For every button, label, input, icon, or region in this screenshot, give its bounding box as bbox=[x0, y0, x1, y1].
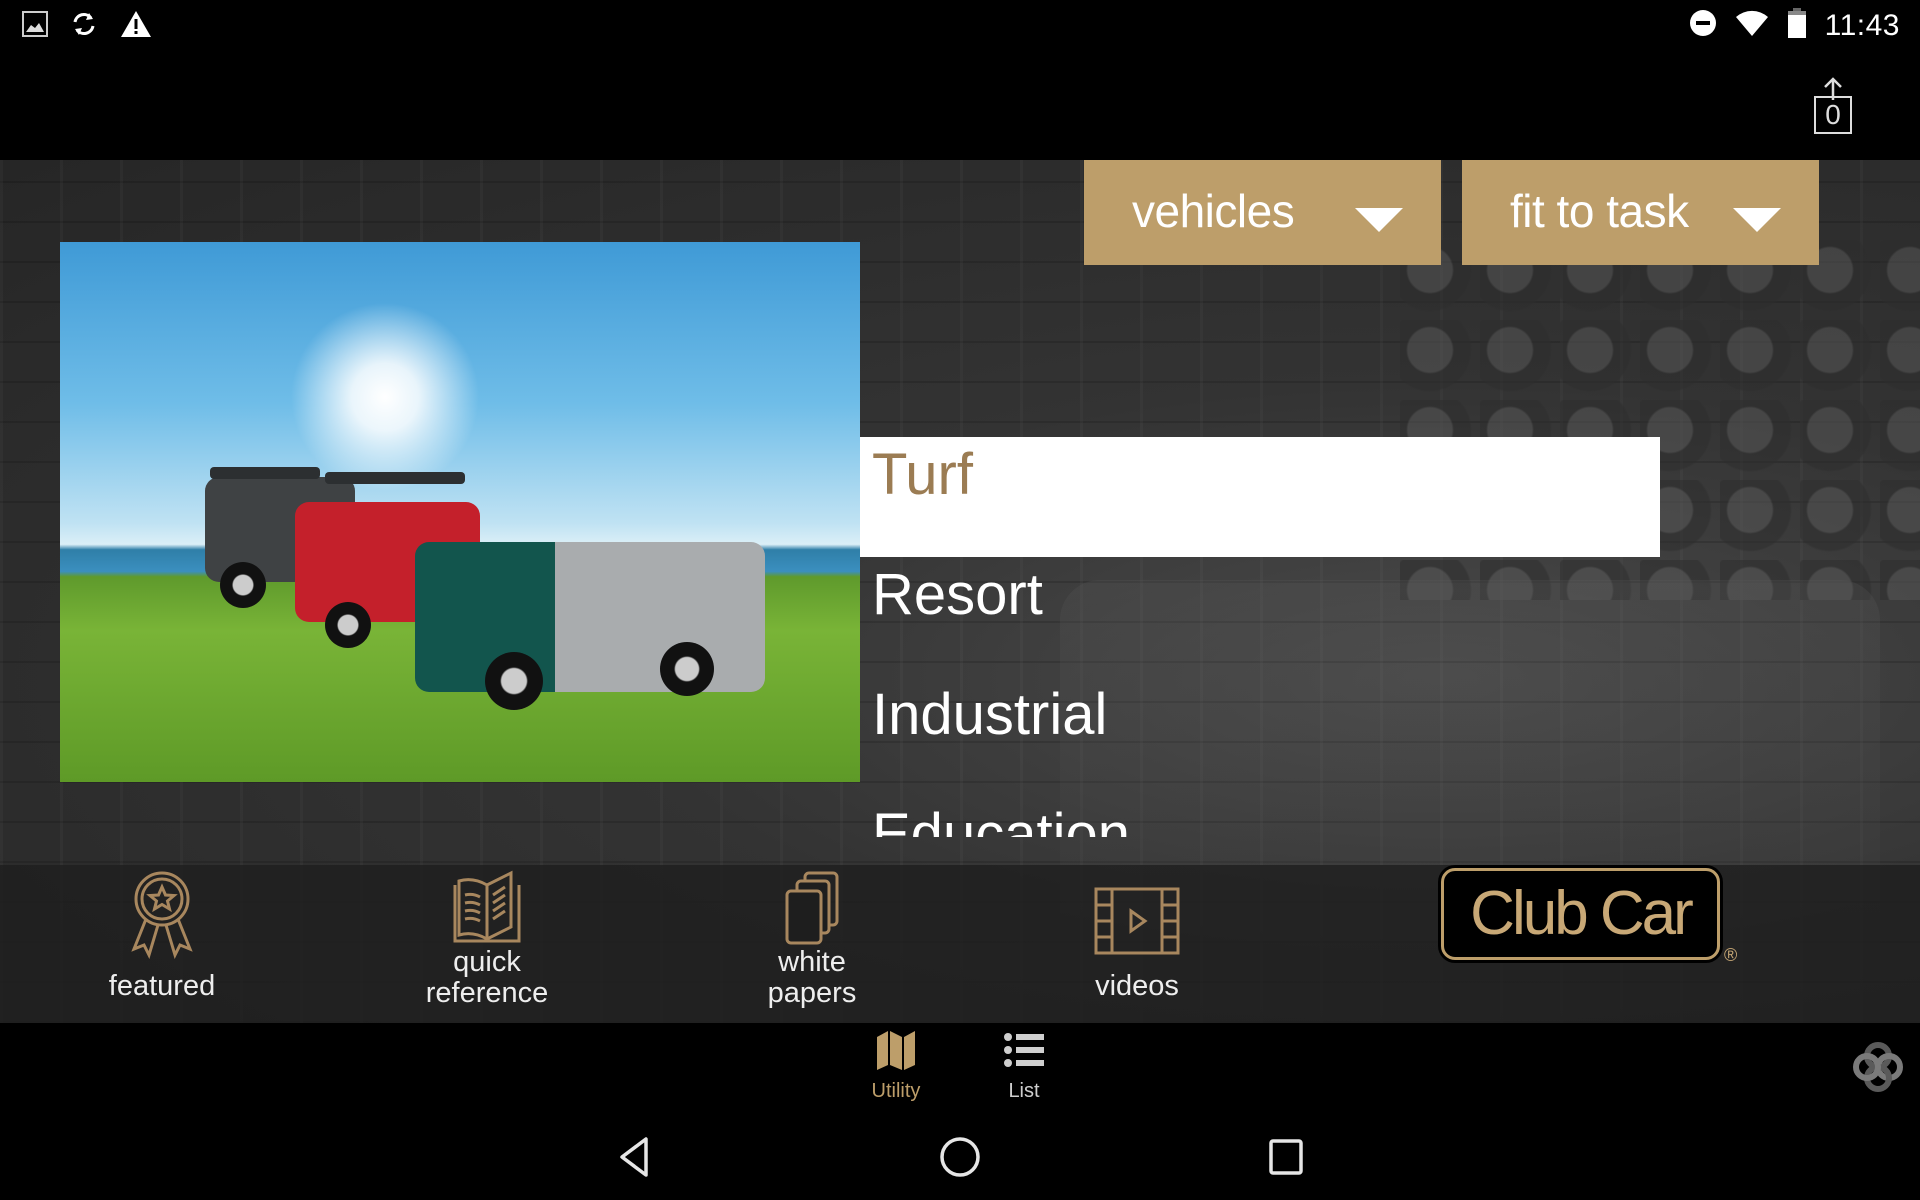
home-circle-icon bbox=[940, 1137, 980, 1177]
wheel bbox=[220, 562, 266, 608]
featured-tile[interactable]: featured bbox=[52, 865, 272, 1023]
back-button[interactable] bbox=[616, 1135, 656, 1184]
film-strip-play-icon bbox=[1094, 887, 1180, 955]
quick-reference-tile[interactable]: quick reference bbox=[377, 865, 597, 1023]
cart-roof bbox=[210, 467, 320, 479]
back-triangle-icon bbox=[620, 1137, 648, 1177]
list-icon bbox=[1004, 1033, 1044, 1067]
do-not-disturb-icon bbox=[1689, 9, 1717, 42]
action-bar: 0 bbox=[0, 50, 1920, 160]
wifi-icon bbox=[1735, 9, 1769, 42]
category-item-education[interactable]: Education bbox=[860, 797, 1660, 837]
recent-apps-button[interactable] bbox=[1266, 1135, 1306, 1184]
white-papers-tile-label-line1: white bbox=[778, 946, 846, 978]
vehicles-dropdown[interactable]: vehicles bbox=[1084, 160, 1441, 265]
open-book-icon bbox=[453, 870, 521, 943]
category-list[interactable]: Turf Resort Industrial Education bbox=[860, 437, 1660, 837]
bottom-navigation: Utility List bbox=[0, 1023, 1920, 1115]
sync-icon bbox=[70, 10, 98, 43]
sun bbox=[290, 302, 480, 492]
award-ribbon-icon bbox=[131, 871, 193, 959]
videos-tile-label: videos bbox=[1095, 970, 1179, 1002]
chevron-down-icon bbox=[1355, 208, 1403, 232]
wheel bbox=[660, 642, 714, 696]
clock: 11:43 bbox=[1824, 8, 1900, 42]
image-icon bbox=[22, 11, 48, 42]
nav-tab-utility-label: Utility bbox=[871, 1080, 921, 1102]
chevron-down-icon bbox=[1733, 208, 1781, 232]
registered-mark: ® bbox=[1724, 945, 1738, 965]
category-item-turf[interactable]: Turf bbox=[860, 437, 1660, 557]
nav-tab-utility[interactable]: Utility bbox=[836, 1029, 956, 1103]
nav-tab-list[interactable]: List bbox=[964, 1029, 1084, 1103]
fit-to-task-dropdown[interactable]: fit to task bbox=[1462, 160, 1819, 265]
battery-icon bbox=[1787, 8, 1807, 43]
map-icon bbox=[877, 1031, 915, 1070]
share-count: 0 bbox=[1814, 96, 1852, 134]
cart-roof bbox=[325, 472, 465, 484]
club-car-logo: Club Car bbox=[1441, 868, 1720, 960]
nav-tab-list-label: List bbox=[1008, 1080, 1040, 1102]
white-papers-tile-label-line2: papers bbox=[767, 977, 857, 1009]
vehicles-dropdown-label: vehicles bbox=[1132, 185, 1295, 237]
featured-vehicles-photo[interactable] bbox=[60, 242, 860, 782]
club-car-logo-text: Club Car bbox=[1470, 879, 1694, 948]
wheel bbox=[485, 652, 543, 710]
category-item-resort[interactable]: Resort bbox=[860, 557, 1660, 677]
videos-tile[interactable]: videos bbox=[1027, 865, 1247, 1023]
category-item-industrial[interactable]: Industrial bbox=[860, 677, 1660, 797]
app-rings-logo-icon[interactable] bbox=[1852, 1041, 1904, 1093]
featured-tile-label: featured bbox=[108, 970, 216, 1002]
quick-reference-tile-label-line2: reference bbox=[425, 977, 549, 1009]
content-tile-bar: featured quick reference white papers vi… bbox=[0, 865, 1920, 1023]
recent-apps-square-icon bbox=[1269, 1139, 1303, 1175]
fit-to-task-dropdown-label: fit to task bbox=[1510, 185, 1689, 237]
system-navigation-bar bbox=[0, 1115, 1920, 1200]
white-papers-tile[interactable]: white papers bbox=[702, 865, 922, 1023]
status-bar: 11:43 bbox=[0, 0, 1920, 50]
warning-icon bbox=[120, 10, 152, 43]
quick-reference-tile-label-line1: quick bbox=[453, 946, 521, 978]
stacked-documents-icon bbox=[785, 871, 839, 945]
wheel bbox=[325, 602, 371, 648]
share-button[interactable]: 0 bbox=[1814, 76, 1856, 134]
home-button[interactable] bbox=[938, 1135, 982, 1184]
